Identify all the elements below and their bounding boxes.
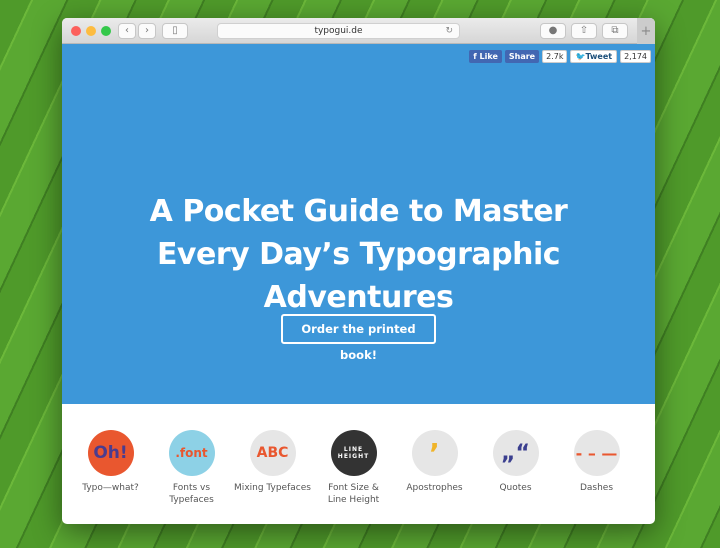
quotes-icon: „“ xyxy=(492,430,539,476)
category-label: Quotes xyxy=(499,483,532,493)
download-icon[interactable]: ● xyxy=(540,23,566,39)
apostrophe-icon: ’ xyxy=(411,430,458,476)
category-label: Apostrophes xyxy=(406,483,463,493)
category-label: Font Size & Line Height xyxy=(327,483,380,505)
title-line: A Pocket Guide to Master xyxy=(149,194,568,229)
page-title: A Pocket Guide to Master Every Day’s Typ… xyxy=(62,190,655,319)
new-tab-button[interactable]: + xyxy=(637,18,655,44)
tweet-count: 2,174 xyxy=(620,50,651,63)
back-button[interactable]: ‹ xyxy=(118,23,136,39)
category-dashes[interactable]: - – — Dashes xyxy=(556,430,637,506)
category-nav: Oh! Typo—what? .font Fonts vs Typefaces AB… xyxy=(62,404,655,506)
category-label: Dashes xyxy=(579,483,614,493)
sidebar-icon[interactable]: ▯ xyxy=(162,23,188,39)
share-count: 2.7k xyxy=(542,50,568,63)
forward-button[interactable]: › xyxy=(138,23,156,39)
like-button[interactable]: f Like xyxy=(469,50,502,63)
minimize-button[interactable] xyxy=(86,26,96,36)
share-icon[interactable]: ⇧ xyxy=(571,23,597,39)
abc-blocks-icon: ABC xyxy=(249,430,296,476)
title-line: Adventures xyxy=(263,280,454,315)
category-label: Typo—what? xyxy=(82,483,139,493)
tweet-label: Tweet xyxy=(585,52,613,61)
category-mixing-typefaces[interactable]: ABC Mixing Typefaces xyxy=(232,430,313,506)
tweet-button[interactable]: 🐦Tweet xyxy=(570,50,618,63)
maximize-button[interactable] xyxy=(101,26,111,36)
line-height-icon: LINE HEIGHT xyxy=(330,430,377,476)
category-label: Fonts vs Typefaces xyxy=(169,483,214,505)
title-line: Every Day’s Typographic xyxy=(156,237,561,272)
title-bar: ‹ › ▯ typogui.de ↻ ● ⇧ ⧉ + xyxy=(62,18,655,44)
order-book-button[interactable]: Order the printed book! xyxy=(281,314,436,362)
share-button[interactable]: Share xyxy=(504,50,540,63)
font-icon: .font xyxy=(168,430,215,476)
tabs-icon[interactable]: ⧉ xyxy=(602,23,628,39)
category-font-size-line-height[interactable]: LINE HEIGHT Font Size & Line Height xyxy=(313,430,394,506)
category-fonts-vs-typefaces[interactable]: .font Fonts vs Typefaces xyxy=(151,430,232,506)
browser-window: ‹ › ▯ typogui.de ↻ ● ⇧ ⧉ + f Like Share 2… xyxy=(62,18,655,524)
like-label: Like xyxy=(479,52,498,61)
address-bar[interactable]: typogui.de ↻ xyxy=(217,23,460,39)
category-apostrophes[interactable]: ’ Apostrophes xyxy=(394,430,475,506)
category-label: Mixing Typefaces xyxy=(234,483,311,493)
url-text: typogui.de xyxy=(314,26,363,36)
category-typo-what[interactable]: Oh! Typo—what? xyxy=(70,430,151,506)
oh-icon: Oh! xyxy=(87,430,134,476)
hero: f Like Share 2.7k 🐦Tweet 2,174 A Pocket … xyxy=(62,44,655,404)
reload-icon[interactable]: ↻ xyxy=(445,24,453,39)
twitter-icon: 🐦 xyxy=(575,52,586,61)
social-buttons: f Like Share 2.7k 🐦Tweet 2,174 xyxy=(469,50,651,63)
close-button[interactable] xyxy=(71,26,81,36)
category-quotes[interactable]: „“ Quotes xyxy=(475,430,556,506)
dashes-icon: - – — xyxy=(573,430,620,476)
